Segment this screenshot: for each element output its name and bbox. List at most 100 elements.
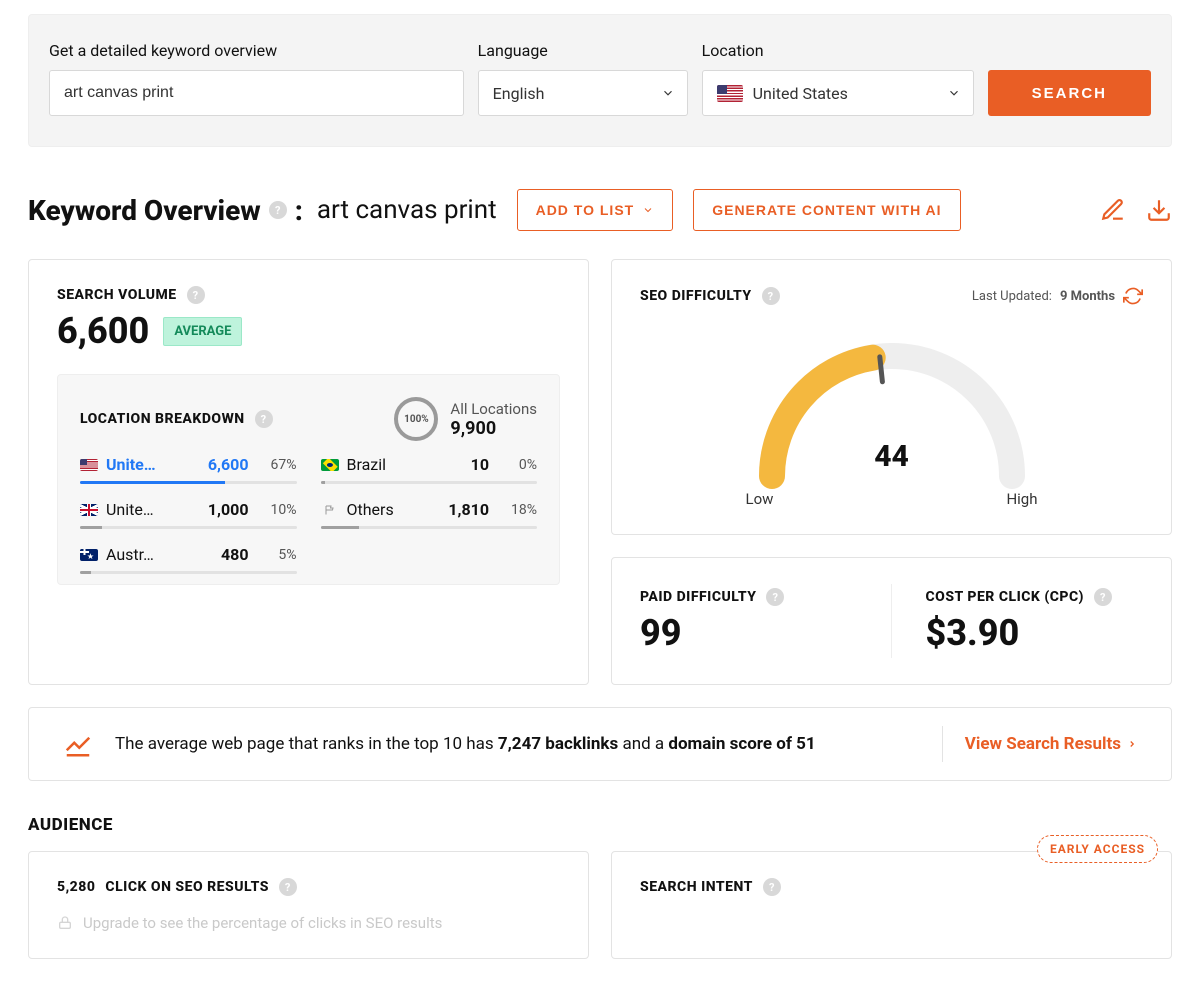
search-intent-heading: SEARCH INTENT ? — [640, 878, 1143, 896]
view-search-results-link[interactable]: View Search Results — [965, 734, 1137, 754]
help-icon[interactable]: ? — [766, 588, 784, 606]
location-pct: 5% — [257, 547, 297, 563]
cards-grid: SEARCH VOLUME ? 6,600 AVERAGE LOCATION B… — [28, 259, 1172, 781]
keyword-field: Get a detailed keyword overview — [49, 41, 464, 116]
backlinks-bold2: domain score of 51 — [668, 734, 815, 754]
paid-difficulty-block: PAID DIFFICULTY ? 99 — [640, 584, 892, 658]
location-select[interactable]: United States — [702, 70, 974, 116]
search-button[interactable]: SEARCH — [988, 70, 1151, 116]
all-locations-value: 9,900 — [450, 418, 537, 439]
uk-flag-icon — [80, 504, 98, 516]
search-intent-card: SEARCH INTENT ? — [611, 851, 1172, 959]
backlinks-pre: The average web page that ranks in the t… — [115, 734, 498, 754]
all-locations-summary: 100% All Locations 9,900 — [394, 397, 537, 441]
divider — [942, 726, 943, 762]
early-access-badge: EARLY ACCESS — [1037, 835, 1158, 863]
help-icon[interactable]: ? — [763, 878, 781, 896]
location-name: Unite… — [106, 500, 181, 519]
edit-icon[interactable] — [1100, 197, 1126, 223]
help-icon[interactable]: ? — [279, 878, 297, 896]
title-row: Keyword Overview ? : art canvas print AD… — [28, 189, 1172, 231]
location-row[interactable]: Others 1,810 18% — [321, 500, 538, 529]
chevron-down-icon — [642, 204, 654, 216]
seo-clicks-heading: 5,280 CLICK ON SEO RESULTS ? — [57, 878, 560, 896]
location-label: Location — [702, 41, 974, 60]
language-select[interactable]: English — [478, 70, 688, 116]
location-bar — [321, 526, 538, 529]
br-flag-icon — [321, 459, 339, 471]
location-name: Brazil — [347, 455, 422, 474]
location-bar — [80, 571, 297, 574]
location-value: 6,600 — [189, 455, 249, 474]
title-keyword: art canvas print — [317, 195, 497, 225]
last-updated: Last Updated: 9 Months — [972, 286, 1143, 306]
help-icon[interactable]: ? — [255, 410, 273, 428]
chart-icon — [63, 729, 93, 759]
location-bar — [321, 481, 538, 484]
location-pct: 67% — [257, 457, 297, 473]
generate-ai-button[interactable]: GENERATE CONTENT WITH AI — [693, 189, 960, 231]
backlinks-bar: The average web page that ranks in the t… — [28, 707, 1172, 781]
location-field: Location United States — [702, 41, 974, 116]
location-row[interactable]: Unite…6,60067% — [80, 455, 297, 484]
language-value: English — [493, 84, 545, 103]
us-flag-icon — [717, 85, 743, 102]
location-row[interactable]: Brazil100% — [321, 455, 538, 484]
volume-badge: AVERAGE — [163, 317, 242, 346]
cpc-heading: COST PER CLICK (CPC) ? — [926, 588, 1144, 606]
all-locations-label: All Locations — [450, 400, 537, 418]
seo-clicks-text: CLICK ON SEO RESULTS — [105, 879, 269, 895]
search-volume-value: 6,600 — [57, 310, 149, 352]
location-breakdown-heading: LOCATION BREAKDOWN ? — [80, 410, 273, 428]
language-field: Language English — [478, 41, 688, 116]
location-row[interactable]: Austr…4805% — [80, 545, 297, 574]
cpc-value: $3.90 — [926, 612, 1144, 654]
search-panel: Get a detailed keyword overview Language… — [28, 14, 1172, 147]
seo-clicks-value: 5,280 — [57, 879, 95, 895]
location-row[interactable]: Unite…1,00010% — [80, 500, 297, 529]
add-to-list-label: ADD TO LIST — [536, 202, 635, 218]
location-pct: 10% — [257, 502, 297, 518]
backlinks-mid: and a — [618, 734, 668, 754]
paid-difficulty-value: 99 — [640, 612, 871, 654]
search-volume-heading: SEARCH VOLUME ? — [57, 286, 560, 304]
backlinks-text: The average web page that ranks in the t… — [115, 734, 920, 754]
cpc-heading-text: COST PER CLICK (CPC) — [926, 589, 1084, 605]
help-icon[interactable]: ? — [187, 286, 205, 304]
location-value: 480 — [189, 545, 249, 564]
chevron-down-icon — [947, 86, 961, 100]
help-icon[interactable]: ? — [762, 287, 780, 305]
location-breakdown-panel: LOCATION BREAKDOWN ? 100% All Locations … — [57, 374, 560, 585]
last-updated-value: 9 Months — [1060, 289, 1115, 304]
location-value: 10 — [429, 455, 489, 474]
audience-grid: EARLY ACCESS 5,280 CLICK ON SEO RESULTS … — [28, 851, 1172, 959]
help-icon[interactable]: ? — [269, 201, 287, 219]
location-name: Others — [347, 500, 422, 519]
seo-clicks-card: 5,280 CLICK ON SEO RESULTS ? Upgrade to … — [28, 851, 589, 959]
lock-icon — [57, 915, 73, 931]
seo-difficulty-heading-text: SEO DIFFICULTY — [640, 288, 752, 304]
flag-other-icon — [321, 504, 339, 516]
search-volume-card: SEARCH VOLUME ? 6,600 AVERAGE LOCATION B… — [28, 259, 589, 685]
title-main: Keyword Overview — [28, 194, 261, 227]
seo-difficulty-gauge: 44 — [742, 326, 1042, 496]
location-breakdown-heading-text: LOCATION BREAKDOWN — [80, 411, 245, 427]
location-value: 1,810 — [429, 500, 489, 519]
paid-difficulty-heading: PAID DIFFICULTY ? — [640, 588, 871, 606]
seo-clicks-locked: Upgrade to see the percentage of clicks … — [57, 914, 560, 932]
location-bar — [80, 481, 297, 484]
keyword-input[interactable] — [49, 70, 464, 116]
download-icon[interactable] — [1146, 197, 1172, 223]
add-to-list-button[interactable]: ADD TO LIST — [517, 189, 674, 231]
location-breakdown-header: LOCATION BREAKDOWN ? 100% All Locations … — [80, 397, 537, 441]
title-sep: : — [295, 194, 303, 227]
search-volume-heading-text: SEARCH VOLUME — [57, 287, 177, 303]
refresh-icon[interactable] — [1123, 286, 1143, 306]
location-pct: 18% — [497, 502, 537, 518]
chevron-right-icon — [1127, 737, 1137, 751]
pct-ring-icon: 100% — [394, 397, 438, 441]
view-search-results-label: View Search Results — [965, 734, 1121, 754]
keyword-label: Get a detailed keyword overview — [49, 41, 464, 60]
help-icon[interactable]: ? — [1094, 588, 1112, 606]
seo-clicks-locked-text: Upgrade to see the percentage of clicks … — [83, 914, 442, 932]
